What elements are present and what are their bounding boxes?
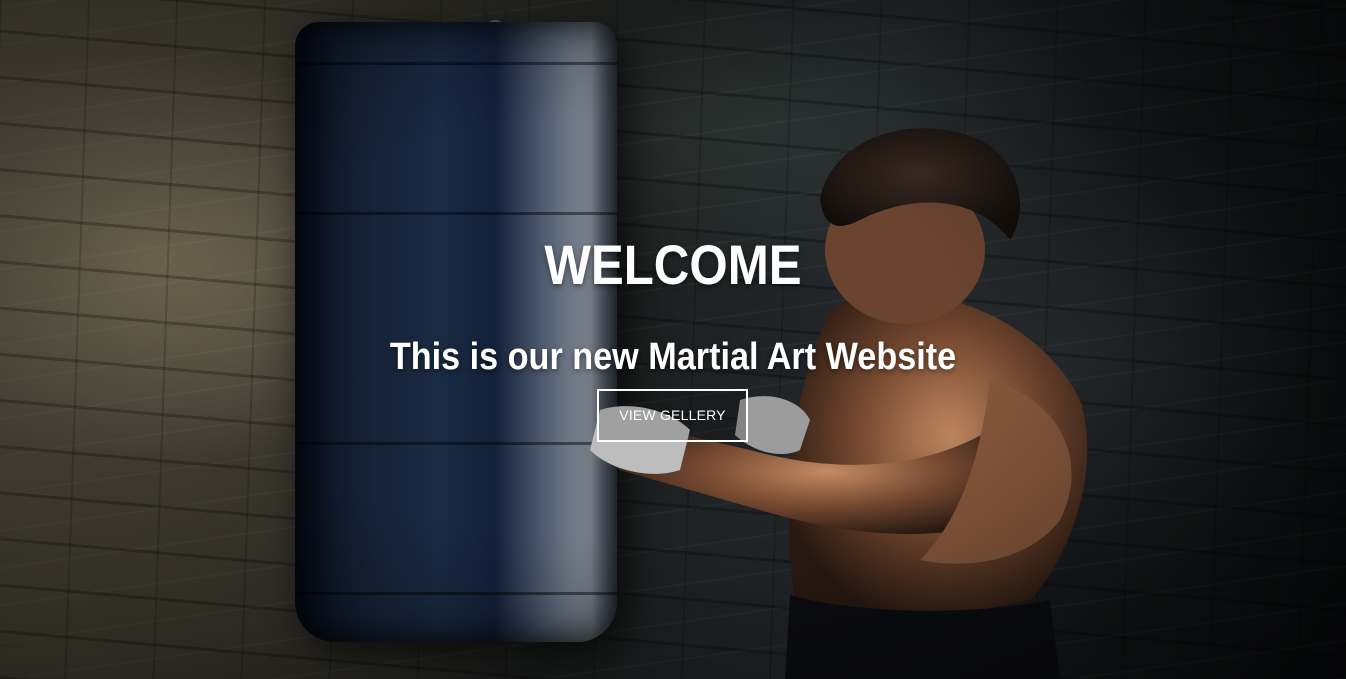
hero-section: WELCOME This is our new Martial Art Webs… bbox=[0, 0, 1346, 679]
hero-subheading: This is our new Martial Art Website bbox=[389, 336, 957, 378]
view-gallery-button[interactable]: VIEW GELLERY bbox=[597, 389, 748, 442]
hero-heading: WELCOME bbox=[544, 233, 802, 296]
hero-content: WELCOME This is our new Martial Art Webs… bbox=[0, 0, 1346, 679]
